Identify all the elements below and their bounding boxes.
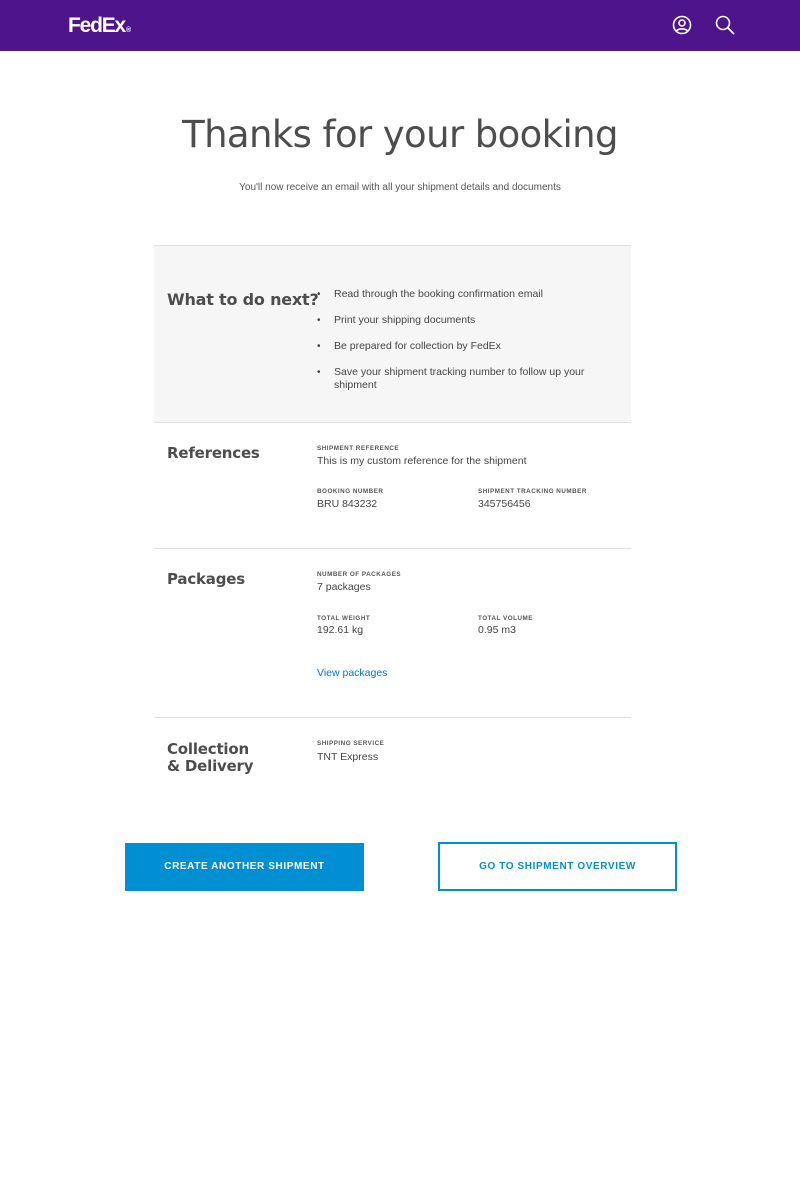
view-packages-link[interactable]: View packages (317, 667, 387, 680)
booking-number-value: BRU 843232 (317, 498, 378, 510)
list-item: Save your shipment tracking number to fo… (317, 366, 617, 392)
next-steps-heading: What to do next? (167, 290, 319, 309)
collection-section: Collection & Delivery Shipping Service T… (154, 718, 631, 798)
total-weight-value: 192.61 kg (317, 624, 364, 636)
collection-heading-line2: & Delivery (167, 757, 254, 775)
package-count-value: 7 packages (317, 581, 371, 593)
fedex-logo[interactable]: FedEx® (68, 13, 131, 44)
create-another-shipment-button[interactable]: Create Another Shipment (125, 843, 364, 891)
page-title: Thanks for your booking (182, 113, 618, 156)
booking-number-label: Booking Number (317, 488, 384, 495)
package-count-label: Number of Packages (317, 571, 402, 578)
collection-heading: Collection & Delivery (167, 740, 254, 775)
shipment-reference-label: Shipment Reference (317, 445, 400, 452)
next-steps-list: Read through the booking confirmation em… (317, 288, 617, 405)
total-volume-value: 0.95 m3 (478, 624, 516, 636)
list-item: Be prepared for collection by FedEx (317, 340, 617, 353)
references-section: References Shipment Reference This is my… (154, 423, 631, 548)
registered-mark: ® (126, 27, 132, 34)
next-steps-panel: What to do next? Read through the bookin… (154, 246, 631, 422)
collection-heading-line1: Collection (167, 740, 249, 758)
list-item: Print your shipping documents (317, 314, 617, 327)
packages-section: Packages Number of Packages 7 packages T… (154, 549, 631, 717)
shipping-service-label: Shipping Service (317, 740, 385, 747)
page-subtitle: You'll now receive an email with all you… (239, 182, 561, 193)
total-weight-label: Total Weight (317, 615, 371, 622)
tracking-number-value: 345756456 (478, 498, 531, 510)
references-heading: References (167, 444, 260, 462)
logo-text: FedEx (68, 14, 126, 37)
total-volume-label: Total Volume (478, 615, 533, 622)
go-to-shipment-overview-button[interactable]: Go to Shipment Overview (438, 842, 677, 891)
top-nav-bar: FedEx® (0, 0, 800, 51)
tracking-number-label: Shipment Tracking Number (478, 488, 587, 495)
user-icon[interactable] (670, 13, 694, 37)
packages-heading: Packages (167, 570, 245, 588)
list-item: Read through the booking confirmation em… (317, 288, 617, 301)
search-icon[interactable] (713, 13, 737, 37)
shipment-reference-value: This is my custom reference for the ship… (317, 455, 527, 467)
shipping-service-value: TNT Express (317, 751, 379, 763)
